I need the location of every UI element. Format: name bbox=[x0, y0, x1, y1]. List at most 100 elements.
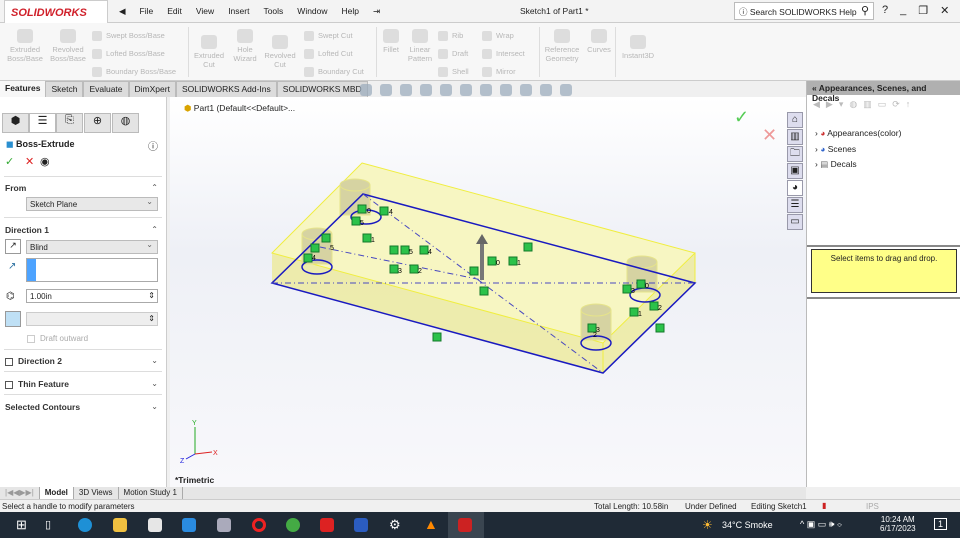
draft-toggle-button[interactable] bbox=[5, 311, 21, 327]
draft-angle-input[interactable]: ⇕ bbox=[26, 312, 158, 326]
weather-text[interactable]: 34°C Smoke bbox=[722, 520, 773, 530]
tab-dimxpert[interactable]: DimXpert bbox=[128, 81, 176, 97]
view-orientation-icon[interactable] bbox=[460, 84, 472, 96]
tree-item-appearances[interactable]: › ◕ Appearances(color) bbox=[815, 126, 901, 142]
lofted-boss-button[interactable]: Lofted Boss/Base bbox=[92, 49, 165, 60]
fillet-button[interactable]: Fillet bbox=[378, 29, 404, 54]
expand-icon[interactable]: ⌄ bbox=[151, 379, 158, 388]
direction-vector-field[interactable] bbox=[26, 258, 158, 282]
zoom-to-fit-icon[interactable] bbox=[360, 84, 372, 96]
menu-view[interactable]: View bbox=[189, 6, 221, 17]
display-manager-tab[interactable]: ◍ bbox=[112, 113, 139, 133]
tab-motion-study[interactable]: Motion Study 1 bbox=[119, 487, 183, 499]
curves-button[interactable]: Curves bbox=[584, 29, 614, 54]
configuration-manager-tab[interactable]: ⎘ bbox=[56, 113, 83, 133]
tab-model[interactable]: Model bbox=[39, 487, 74, 499]
rebuild-icon[interactable]: ▮ bbox=[822, 501, 826, 510]
menu-file[interactable]: File bbox=[133, 6, 161, 17]
display-style-icon[interactable] bbox=[480, 84, 492, 96]
menu-help[interactable]: Help bbox=[335, 6, 366, 17]
end-condition-select[interactable]: Blind bbox=[26, 240, 158, 254]
lofted-cut-button[interactable]: Lofted Cut bbox=[304, 49, 353, 60]
from-section[interactable]: From bbox=[5, 183, 26, 193]
home-icon[interactable]: ⌂ bbox=[787, 112, 803, 128]
help-button[interactable]: ? bbox=[882, 4, 888, 17]
hole-wizard-button[interactable]: Hole Wizard bbox=[230, 29, 260, 63]
model-view[interactable]: 04 51 54 54 32 01 30 21 32 YXZ bbox=[170, 97, 806, 487]
direction1-section[interactable]: Direction 1 bbox=[5, 225, 49, 235]
previous-view-icon[interactable] bbox=[400, 84, 412, 96]
tab-scroll-arrows[interactable]: |◀◀▶▶| bbox=[0, 487, 40, 499]
menu-edit[interactable]: Edit bbox=[160, 6, 189, 17]
word-icon[interactable] bbox=[354, 518, 368, 532]
vlc-icon[interactable]: ▲ bbox=[424, 516, 438, 532]
menu-insert[interactable]: Insert bbox=[221, 6, 256, 17]
view-palette-icon[interactable]: ▣ bbox=[787, 163, 803, 179]
from-select[interactable]: Sketch Plane bbox=[26, 197, 158, 211]
solidworks-logo[interactable]: SOLIDWORKS bbox=[4, 0, 108, 24]
dynamic-annotation-icon[interactable] bbox=[440, 84, 452, 96]
search-icon[interactable]: ⚲ bbox=[861, 4, 869, 17]
draft-button[interactable]: Draft bbox=[438, 49, 468, 60]
scene-icon[interactable] bbox=[540, 84, 552, 96]
clock[interactable]: 10:24 AM 6/17/2023 bbox=[880, 515, 916, 533]
splitter[interactable] bbox=[807, 297, 960, 299]
file-explorer-icon[interactable]: 🗀 bbox=[787, 146, 803, 162]
thin-feature-section[interactable]: Thin Feature bbox=[5, 379, 69, 389]
expand-icon[interactable]: ⌄ bbox=[151, 356, 158, 365]
ok-check-icon[interactable]: ✓ bbox=[5, 155, 14, 168]
opera-icon[interactable] bbox=[252, 518, 266, 532]
units-selector[interactable]: IPS bbox=[866, 502, 879, 511]
appearances-icon[interactable]: ◕ bbox=[787, 180, 803, 196]
minimize-button[interactable]: _ bbox=[900, 4, 906, 17]
tree-item-decals[interactable]: › ▤ Decals bbox=[815, 157, 901, 173]
confirm-corner-check-icon[interactable]: ✓ bbox=[734, 107, 749, 128]
property-manager-tab[interactable]: ☰ bbox=[29, 113, 56, 133]
search-help-input[interactable]: ⓘ Search SOLIDWORKS Help ⚲ bbox=[734, 2, 874, 20]
design-library-icon[interactable]: ▥ bbox=[787, 129, 803, 145]
reverse-direction-button[interactable]: ↗ bbox=[5, 239, 21, 254]
tree-item-scenes[interactable]: › ◕ Scenes bbox=[815, 142, 901, 158]
selected-contours-section[interactable]: Selected Contours bbox=[5, 402, 80, 412]
acrobat-icon[interactable] bbox=[320, 518, 334, 532]
tab-sketch[interactable]: Sketch bbox=[45, 81, 84, 97]
task-view-icon[interactable]: ▯ bbox=[45, 518, 51, 531]
feature-manager-tab[interactable]: ⬢ bbox=[2, 113, 29, 133]
menu-window[interactable]: Window bbox=[290, 6, 334, 17]
notification-icon[interactable]: 1 bbox=[934, 518, 948, 530]
depth-input[interactable]: 1.00in ⇕ bbox=[26, 289, 158, 303]
view-settings-icon[interactable] bbox=[560, 84, 572, 96]
tab-addins[interactable]: SOLIDWORKS Add-Ins bbox=[175, 81, 277, 97]
menu-tools[interactable]: Tools bbox=[256, 6, 290, 17]
confirm-corner-cancel-icon[interactable]: ✕ bbox=[762, 125, 777, 146]
zoom-area-icon[interactable] bbox=[380, 84, 392, 96]
revolved-cut-button[interactable]: Revolved Cut bbox=[262, 35, 298, 69]
direction2-section[interactable]: Direction 2 bbox=[5, 356, 62, 366]
tab-mbd[interactable]: SOLIDWORKS MBD bbox=[276, 81, 368, 97]
collapse-icon[interactable]: ⌃ bbox=[151, 225, 158, 234]
hide-show-icon[interactable] bbox=[500, 84, 512, 96]
forum-icon[interactable]: ▭ bbox=[787, 214, 803, 230]
custom-properties-icon[interactable]: ☰ bbox=[787, 197, 803, 213]
shell-button[interactable]: Shell bbox=[438, 67, 469, 78]
boundary-cut-button[interactable]: Boundary Cut bbox=[304, 67, 364, 78]
restore-button[interactable]: ❐ bbox=[918, 4, 928, 17]
settings-icon[interactable]: ⚙ bbox=[389, 517, 401, 533]
swept-cut-button[interactable]: Swept Cut bbox=[304, 31, 353, 42]
mail-icon[interactable] bbox=[182, 518, 196, 532]
snipping-icon[interactable] bbox=[217, 518, 231, 532]
reference-geometry-button[interactable]: Reference Geometry bbox=[542, 29, 582, 63]
edge-icon[interactable] bbox=[78, 518, 92, 532]
close-button[interactable]: ✕ bbox=[940, 4, 949, 17]
pin-icon[interactable]: ⇥ bbox=[366, 6, 387, 17]
store-icon[interactable] bbox=[148, 518, 162, 532]
draft-outward-checkbox[interactable]: Draft outward bbox=[27, 334, 88, 343]
help-icon[interactable]: ⓘ bbox=[148, 138, 158, 153]
boundary-boss-button[interactable]: Boundary Boss/Base bbox=[92, 67, 176, 78]
tab-features[interactable]: Features bbox=[0, 81, 46, 97]
intersect-button[interactable]: Intersect bbox=[482, 49, 525, 60]
extruded-cut-button[interactable]: Extruded Cut bbox=[192, 35, 226, 69]
collapse-icon[interactable]: ⌃ bbox=[151, 183, 158, 192]
appearance-icon[interactable] bbox=[520, 84, 532, 96]
tab-evaluate[interactable]: Evaluate bbox=[83, 81, 129, 97]
